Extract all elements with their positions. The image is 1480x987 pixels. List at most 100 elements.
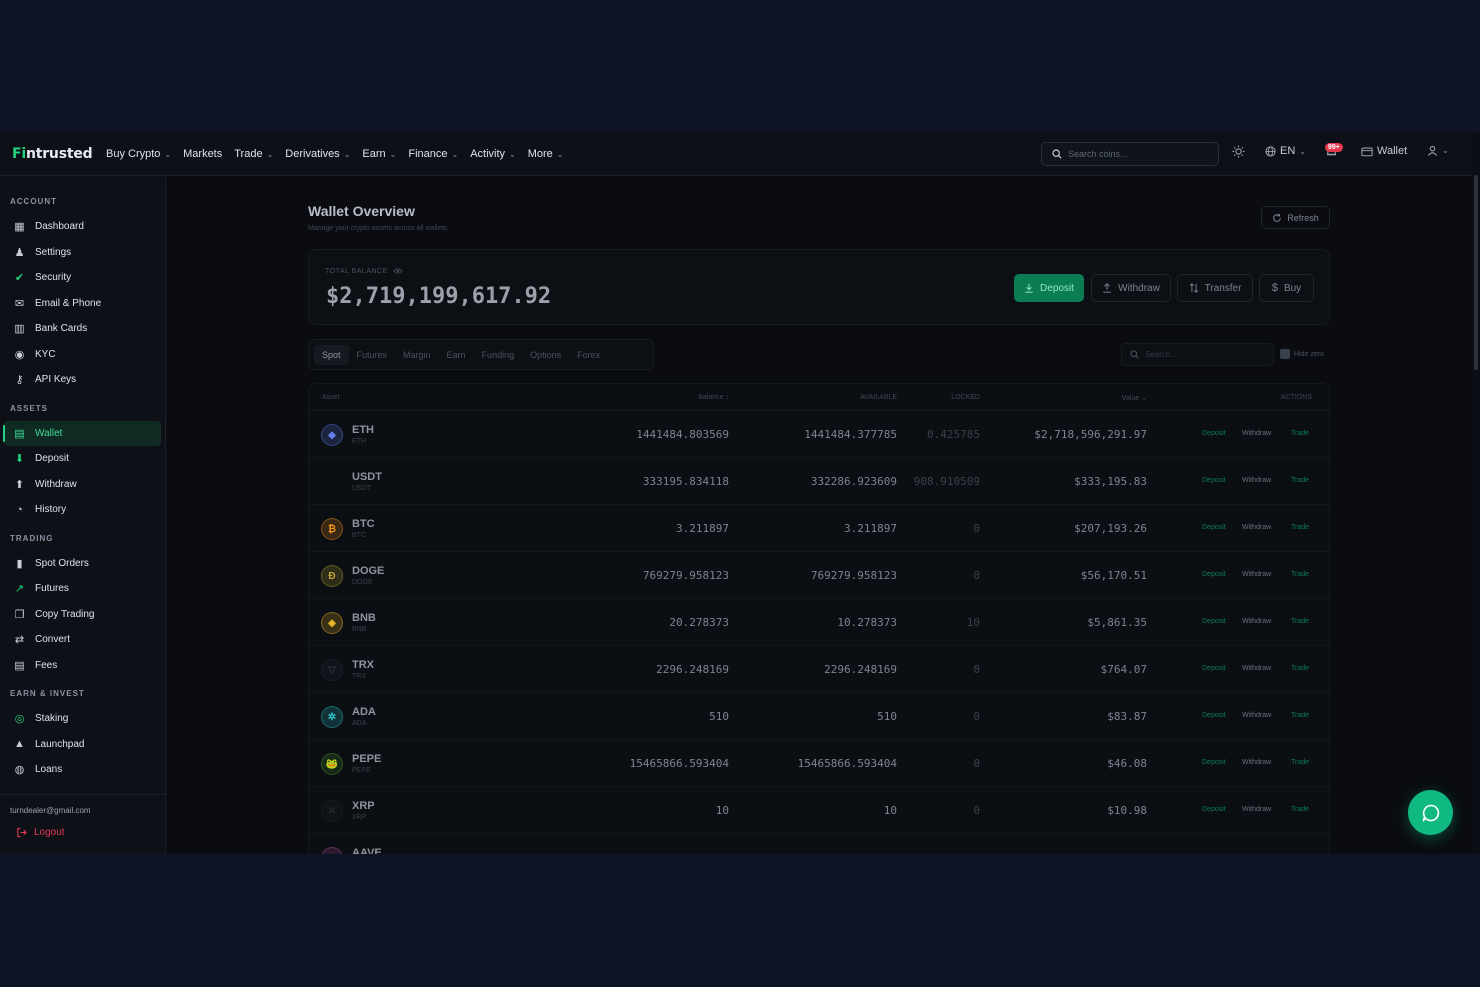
row-withdraw-link[interactable]: Withdraw xyxy=(1242,618,1271,625)
table-row[interactable]: ▽ TRX TRX 2296.248169 2296.248169 0 $764.07 Dep… xyxy=(309,646,1329,693)
sun-icon xyxy=(1232,145,1245,158)
sidebar-item-spot-orders[interactable]: ▮ Spot Orders xyxy=(0,551,165,577)
table-row[interactable]: USDT USDT 333195.834118 332286.923609 908.91… xyxy=(309,458,1329,505)
user-menu[interactable]: ⌄ xyxy=(1427,145,1449,156)
row-trade-link[interactable]: Trade xyxy=(1291,665,1309,672)
sidebar-item-dashboard[interactable]: ▦ Dashboard xyxy=(0,214,165,240)
deposit-button[interactable]: Deposit xyxy=(1014,274,1084,302)
nav-trade[interactable]: Trade ⌄ xyxy=(228,148,279,160)
coin-search-input[interactable] xyxy=(1068,149,1208,159)
sidebar-item-email-phone[interactable]: ✉ Email & Phone xyxy=(0,291,165,317)
sidebar-item-loans[interactable]: ◍ Loans xyxy=(0,757,165,783)
tab-margin[interactable]: Margin xyxy=(395,345,439,365)
table-row[interactable]: ◈ BNB BNB 20.278373 10.278373 10 $5,861.35 Depo… xyxy=(309,599,1329,646)
tab-earn[interactable]: Earn xyxy=(439,345,474,365)
sidebar-item-fees[interactable]: ▤ Fees xyxy=(0,653,165,679)
asset-search[interactable]: Search... xyxy=(1121,343,1274,366)
row-withdraw-link[interactable]: Withdraw xyxy=(1242,524,1271,531)
theme-toggle[interactable] xyxy=(1232,145,1245,158)
row-deposit-link[interactable]: Deposit xyxy=(1202,430,1226,437)
coin-search[interactable] xyxy=(1041,142,1219,166)
sidebar-item-bank-cards[interactable]: ▥ Bank Cards xyxy=(0,316,165,342)
app-frame: Fintrusted Buy Crypto ⌄ Markets Trade ⌄ Deriv… xyxy=(0,133,1480,854)
sidebar-item-withdraw[interactable]: ⬆ Withdraw xyxy=(0,472,165,498)
nav-finance[interactable]: Finance ⌄ xyxy=(402,148,464,160)
buy-button[interactable]: $ Buy xyxy=(1259,274,1314,302)
sidebar-item-history[interactable]: ◔ History xyxy=(0,497,165,523)
total-balance-label-text: TOTAL BALANCE xyxy=(325,267,388,275)
row-deposit-link[interactable]: Deposit xyxy=(1202,665,1226,672)
page-scrollbar[interactable] xyxy=(1472,133,1480,854)
sidebar-item-kyc[interactable]: ◉ KYC xyxy=(0,342,165,368)
nav-derivatives[interactable]: Derivatives ⌄ xyxy=(279,148,356,160)
row-deposit-link[interactable]: Deposit xyxy=(1202,712,1226,719)
tab-forex[interactable]: Forex xyxy=(569,345,608,365)
logo[interactable]: Fintrusted xyxy=(12,146,93,162)
tab-futures[interactable]: Futures xyxy=(349,345,396,365)
row-deposit-link[interactable]: Deposit xyxy=(1202,524,1226,531)
row-trade-link[interactable]: Trade xyxy=(1291,806,1309,813)
row-withdraw-link[interactable]: Withdraw xyxy=(1242,430,1271,437)
hide-zero-checkbox[interactable] xyxy=(1280,349,1290,359)
row-trade-link[interactable]: Trade xyxy=(1291,571,1309,578)
row-trade-link[interactable]: Trade xyxy=(1291,430,1309,437)
row-trade-link[interactable]: Trade xyxy=(1291,618,1309,625)
row-withdraw-link[interactable]: Withdraw xyxy=(1242,477,1271,484)
nav-earn[interactable]: Earn ⌄ xyxy=(356,148,402,160)
balance-cell: 10 xyxy=(715,804,729,817)
col-value[interactable]: Value ⌄ xyxy=(1122,394,1147,402)
row-trade-link[interactable]: Trade xyxy=(1291,712,1309,719)
sidebar-item-security[interactable]: ✔ Security xyxy=(0,265,165,291)
tab-funding[interactable]: Funding xyxy=(474,345,523,365)
table-row[interactable]: AAVE xyxy=(309,834,1329,854)
row-deposit-link[interactable]: Deposit xyxy=(1202,618,1226,625)
sidebar-item-api-keys[interactable]: ⚷ API Keys xyxy=(0,367,165,393)
nav-activity[interactable]: Activity ⌄ xyxy=(464,148,522,160)
row-trade-link[interactable]: Trade xyxy=(1291,759,1309,766)
chat-button[interactable] xyxy=(1408,790,1453,835)
row-trade-link[interactable]: Trade xyxy=(1291,524,1309,531)
logout-button[interactable]: Logout xyxy=(0,815,165,838)
row-deposit-link[interactable]: Deposit xyxy=(1202,571,1226,578)
withdraw-button[interactable]: Withdraw xyxy=(1091,274,1171,302)
table-row[interactable]: ◆ ETH ETH 1441484.803569 1441484.377785 0.425… xyxy=(309,411,1329,458)
nav-more[interactable]: More ⌄ xyxy=(522,148,570,160)
nav-buy-crypto[interactable]: Buy Crypto ⌄ xyxy=(100,148,177,160)
sidebar-item-futures[interactable]: ↗ Futures xyxy=(0,576,165,602)
row-withdraw-link[interactable]: Withdraw xyxy=(1242,759,1271,766)
tab-spot[interactable]: Spot xyxy=(314,344,349,365)
row-deposit-link[interactable]: Deposit xyxy=(1202,759,1226,766)
row-withdraw-link[interactable]: Withdraw xyxy=(1242,806,1271,813)
row-withdraw-link[interactable]: Withdraw xyxy=(1242,571,1271,578)
sidebar-item-wallet[interactable]: ▤ Wallet xyxy=(3,420,161,446)
language-selector[interactable]: EN ⌄ xyxy=(1265,145,1306,157)
table-row[interactable]: Ð DOGE DOGE 769279.958123 769279.958123 0 $56,… xyxy=(309,552,1329,599)
row-deposit-link[interactable]: Deposit xyxy=(1202,477,1226,484)
scrollbar-thumb[interactable] xyxy=(1474,175,1478,370)
row-trade-link[interactable]: Trade xyxy=(1291,477,1309,484)
sidebar-item-launchpad[interactable]: ▲ Launchpad xyxy=(0,732,165,758)
refresh-button[interactable]: Refresh xyxy=(1261,206,1330,229)
hide-zero-toggle[interactable]: Hide zero xyxy=(1280,349,1324,359)
row-withdraw-link[interactable]: Withdraw xyxy=(1242,665,1271,672)
table-row[interactable]: ✕ XRP XRP 10 10 0 $10.98 Deposit Withdraw Trade xyxy=(309,787,1329,834)
row-withdraw-link[interactable]: Withdraw xyxy=(1242,712,1271,719)
table-row[interactable]: ✲ ADA ADA 510 510 0 $83.87 Deposit Withdraw Trade xyxy=(309,693,1329,740)
sidebar-item-staking[interactable]: ◎ Staking xyxy=(0,706,165,732)
sidebar-item-settings[interactable]: ♟ Settings xyxy=(0,240,165,266)
wallet-link[interactable]: Wallet xyxy=(1361,145,1407,157)
row-deposit-link[interactable]: Deposit xyxy=(1202,806,1226,813)
nav-markets[interactable]: Markets xyxy=(177,148,228,160)
eye-icon[interactable] xyxy=(393,267,403,275)
col-balance[interactable]: Balance ↕ xyxy=(698,394,729,401)
sidebar-item-copy-trading[interactable]: ❐ Copy Trading xyxy=(0,602,165,628)
table-header: Asset Balance ↕ AVAILABLE LOCKED Value ⌄… xyxy=(309,384,1329,411)
table-row[interactable]: 🐸 PEPE PEPE 15465866.593404 15465866.593404 0… xyxy=(309,740,1329,787)
main-content: Wallet Overview Manage your crypto asset… xyxy=(166,177,1472,854)
tab-options[interactable]: Options xyxy=(522,345,569,365)
sidebar-item-deposit[interactable]: ⬇ Deposit xyxy=(0,446,165,472)
table-row[interactable]: ₿ BTC BTC 3.211897 3.211897 0 $207,193.26 Depos… xyxy=(309,505,1329,552)
sidebar-item-convert[interactable]: ⇄ Convert xyxy=(0,627,165,653)
transfer-button[interactable]: Transfer xyxy=(1177,274,1253,302)
col-asset[interactable]: Asset xyxy=(322,394,340,401)
